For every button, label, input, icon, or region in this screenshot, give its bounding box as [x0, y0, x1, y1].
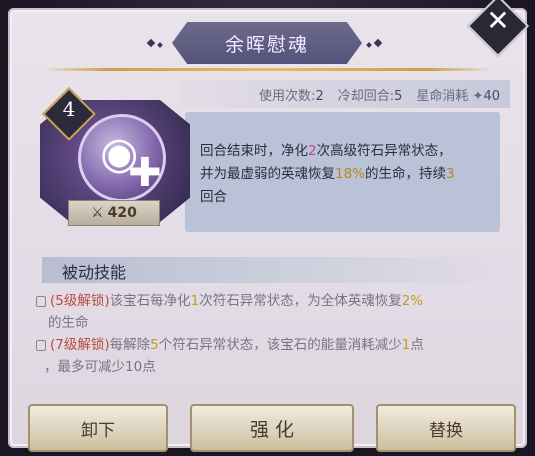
divider [42, 68, 494, 71]
cooldown-stat: 冷却回合:5 [337, 88, 403, 104]
passive-heading: 被动技能 [62, 263, 127, 282]
skill-title: 余晖慰魂 [224, 33, 309, 56]
unequip-button[interactable]: 卸下 [28, 404, 168, 452]
passive-section-header: 被动技能 [42, 257, 512, 283]
skill-description: 回合结束时，净化2次高级符石异常状态， 并为最虚弱的英魂恢复18%的生命，持续3… [200, 143, 455, 205]
passive-item: (5级解锁)该宝石每净化1次符石异常状态，为全体英魂恢复2% 的生命 [36, 290, 486, 334]
title-banner: 余晖慰魂 [172, 22, 362, 64]
crossed-swords-icon: ⚔ [91, 205, 104, 221]
star-icon: ✦ [472, 88, 484, 104]
enhance-button[interactable]: 强 化 [190, 404, 354, 452]
plus-icon: ✚ [128, 150, 162, 196]
passive-item: (7级解锁)每解除5个符石异常状态，该宝石的能量消耗减少1点 ，最多可减少10点 [36, 334, 486, 378]
stats-bar: 使用次数:2 冷却回合:5 星命消耗 ✦40 [180, 80, 510, 108]
replace-button[interactable]: 替换 [376, 404, 516, 452]
lock-icon [36, 339, 46, 351]
skill-level: 4 [62, 97, 76, 121]
skill-cost: 420 [107, 205, 137, 221]
close-icon[interactable]: ✕ [478, 4, 518, 37]
uses-stat: 使用次数:2 [259, 88, 324, 104]
cost-ribbon: ⚔ 420 [68, 200, 160, 226]
lock-icon [36, 295, 46, 307]
star-cost-stat: 星命消耗 ✦40 [416, 88, 500, 104]
